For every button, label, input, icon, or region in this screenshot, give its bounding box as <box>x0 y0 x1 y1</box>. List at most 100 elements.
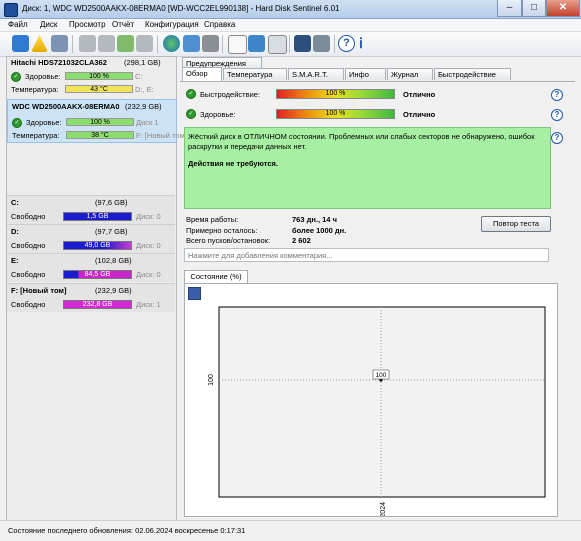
tab-info[interactable]: Инфо <box>345 68 386 80</box>
temperature-extra: D:, E: <box>135 85 154 94</box>
settings-icon[interactable] <box>313 35 330 52</box>
toolbar-separator <box>334 35 335 53</box>
plot-area <box>218 306 546 498</box>
alert-icon[interactable] <box>31 35 48 52</box>
check-icon: ✓ <box>12 118 22 128</box>
free-label: Свободно <box>11 241 46 250</box>
health-status: Отлично <box>403 110 436 119</box>
status-message-box: Жёсткий диск в ОТЛИЧНОМ состоянии. Пробл… <box>184 127 551 209</box>
free-space-bar: 232,8 GB <box>63 300 132 309</box>
tab-label: Температура <box>227 70 273 79</box>
starts-label: Всего пусков/остановок: <box>186 236 271 245</box>
disk-entry-1[interactable]: WDC WD2500AAKX-08ERMA0 (232,9 GB) ✓ Здор… <box>7 99 187 143</box>
perf-help-icon[interactable]: ? <box>551 89 563 101</box>
check-icon: ✓ <box>186 89 196 99</box>
x-tick-label: 02.06.2024 <box>380 502 387 516</box>
disk-size: (232,9 GB) <box>125 102 162 111</box>
health-extra: C: <box>135 72 143 81</box>
tab-state[interactable]: Состояние (%) <box>184 270 248 284</box>
app-icon <box>4 3 18 17</box>
title-bar: Диск: 1, WDC WD2500AAKX-08ERMA0 [WD-WCC2… <box>0 0 581 19</box>
temperature-bar: 43 °C <box>65 85 133 93</box>
minimize-button[interactable]: – <box>497 0 522 17</box>
toolbar-separator <box>72 35 73 53</box>
volume-disk: Диск: 0 <box>136 241 161 250</box>
menu-help[interactable]: Справка <box>204 20 235 29</box>
volume-name: C: <box>11 198 19 207</box>
free-label: Свободно <box>11 212 46 221</box>
tab-performance[interactable]: Быстродействие <box>434 68 511 80</box>
menu-disk[interactable]: Диск <box>40 20 57 29</box>
volume-name: E: <box>11 256 19 265</box>
volume-name: D: <box>11 227 19 236</box>
free-space-bar: 1,5 GB <box>63 212 132 221</box>
retest-button[interactable]: Повтор теста <box>481 216 551 232</box>
volume-f[interactable]: F: [Новый том] (232,9 GB) Свободно 232,8… <box>7 283 175 312</box>
status-help-icon[interactable]: ? <box>551 132 563 144</box>
volume-disk: Диск: 0 <box>136 212 161 221</box>
volume-size: (97,6 GB) <box>95 198 128 207</box>
tool2-icon[interactable] <box>98 35 115 52</box>
perf-label: Быстродействие: <box>200 90 261 99</box>
menu-config[interactable]: Конфигурация <box>145 20 199 29</box>
monitor-icon[interactable] <box>294 35 311 52</box>
volume-c[interactable]: C: (97,6 GB) Свободно 1,5 GB Диск: 0 <box>7 195 175 224</box>
perf-status: Отлично <box>403 90 436 99</box>
menu-view[interactable]: Просмотр <box>69 20 106 29</box>
temperature-extra: F: [Новый том] <box>136 131 187 140</box>
free-space-bar: 84,5 GB <box>63 270 132 279</box>
connect-icon[interactable] <box>183 35 200 52</box>
toolbar-separator <box>289 35 290 53</box>
health-help-icon[interactable]: ? <box>551 109 563 121</box>
health-label: Здоровье: <box>200 110 236 119</box>
report-icon[interactable] <box>228 35 247 54</box>
y-tick-label: 100 <box>208 374 215 386</box>
tool-icon[interactable] <box>79 35 96 52</box>
toolbar-separator <box>157 35 158 53</box>
volume-e[interactable]: E: (102,8 GB) Свободно 84,5 GB Диск: 0 <box>7 253 175 282</box>
help-icon[interactable]: ? <box>338 35 355 52</box>
tab-label: Обзор <box>186 69 208 78</box>
tool3-icon[interactable] <box>117 35 134 52</box>
menu-file[interactable]: Файл <box>8 20 28 29</box>
copy-icon[interactable] <box>268 35 287 54</box>
volume-size: (232,9 GB) <box>95 286 132 295</box>
globe-icon[interactable] <box>163 35 180 52</box>
device-icon[interactable] <box>51 35 68 52</box>
status-text: Жёсткий диск в ОТЛИЧНОМ состоянии. Пробл… <box>188 132 535 151</box>
comment-input[interactable] <box>184 248 549 262</box>
tab-divider <box>180 81 575 82</box>
temperature-bar: 38 °C <box>66 131 134 139</box>
tab-overview[interactable]: Обзор <box>182 67 222 81</box>
volume-disk: Диск: 1 <box>136 300 161 309</box>
status-bar-text: Состояние последнего обновления: 02.06.2… <box>8 526 246 535</box>
uptime-label: Время работы: <box>186 215 239 224</box>
health-extra: Диск 1 <box>136 118 159 127</box>
status-bar: Состояние последнего обновления: 02.06.2… <box>0 520 581 541</box>
printer-icon[interactable] <box>202 35 219 52</box>
menu-report[interactable]: Отчёт <box>112 20 134 29</box>
toolbar-separator <box>222 35 223 53</box>
volume-size: (97,7 GB) <box>95 227 128 236</box>
list-icon[interactable] <box>248 35 265 52</box>
toolbar: ? ⅰ <box>0 32 581 57</box>
close-button[interactable]: ✕ <box>546 0 580 17</box>
volume-size: (102,8 GB) <box>95 256 132 265</box>
disk-entry-0[interactable]: Hitachi HDS721032CLA362 (298,1 GB) ✓ Здо… <box>7 57 175 97</box>
tab-label: S.M.A.R.T. <box>292 70 328 79</box>
disk-title: WDC WD2500AAKX-08ERMA0 <box>12 102 120 111</box>
tab-temperature[interactable]: Температура <box>223 68 287 80</box>
window-title: Диск: 1, WDC WD2500AAKX-08ERMA0 [WD-WCC2… <box>22 4 340 13</box>
maximize-button[interactable]: □ <box>522 0 546 17</box>
temperature-label: Температура: <box>11 85 59 94</box>
volume-d[interactable]: D: (97,7 GB) Свободно 49,0 GB Диск: 0 <box>7 224 175 253</box>
disk-size: (298,1 GB) <box>124 58 161 67</box>
tab-smart[interactable]: S.M.A.R.T. <box>288 68 344 80</box>
free-label: Свободно <box>11 270 46 279</box>
health-label: Здоровье: <box>25 72 61 81</box>
tab-journal[interactable]: Журнал <box>387 68 433 80</box>
free-label: Свободно <box>11 300 46 309</box>
tool4-icon[interactable] <box>136 35 153 52</box>
info-icon[interactable]: ⅰ <box>359 35 369 52</box>
refresh-icon[interactable] <box>12 35 29 52</box>
